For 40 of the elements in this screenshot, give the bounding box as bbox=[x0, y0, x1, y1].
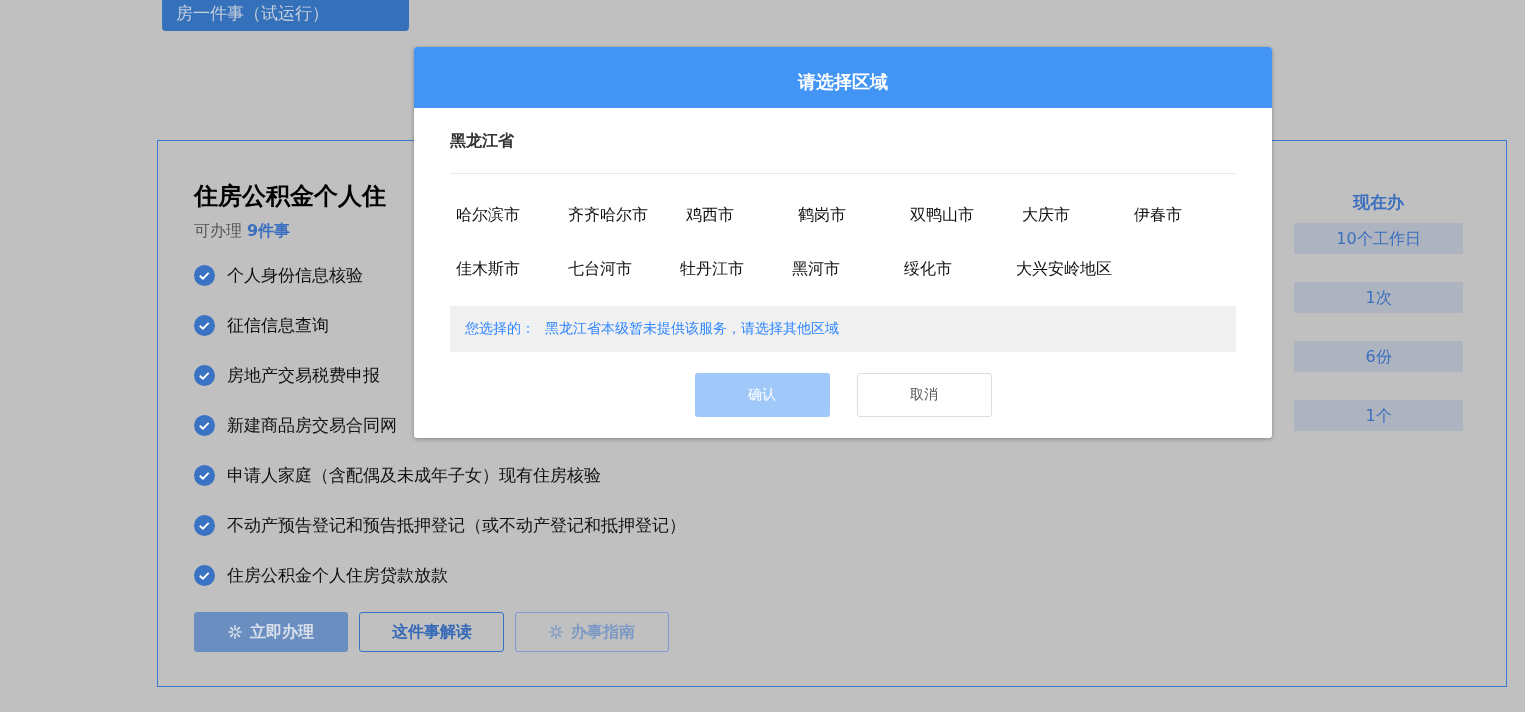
notice-label: 您选择的： bbox=[465, 320, 535, 338]
column-heading: 现在办 bbox=[1351, 191, 1405, 214]
city-option[interactable]: 双鸭山市 bbox=[910, 192, 984, 246]
check-icon bbox=[194, 264, 215, 286]
city-option[interactable]: 牡丹江市 bbox=[680, 246, 754, 300]
task-item: 新建商品房交易合同网 bbox=[227, 413, 397, 437]
city-option[interactable]: 鹤岗市 bbox=[798, 192, 872, 246]
subtitle-label: 可办理 bbox=[194, 221, 242, 240]
city-option[interactable]: 黑河市 bbox=[792, 246, 866, 300]
check-icon bbox=[194, 414, 215, 436]
task-item: 申请人家庭（含配偶及未成年子女）现有住房核验 bbox=[227, 463, 601, 487]
info-chip: 6份 bbox=[1294, 341, 1463, 372]
city-option[interactable]: 七台河市 bbox=[568, 246, 642, 300]
info-chip: 1次 bbox=[1294, 282, 1463, 313]
city-option[interactable]: 佳木斯市 bbox=[456, 246, 530, 300]
task-item: 住房公积金个人住房贷款放款 bbox=[227, 563, 448, 587]
task-item: 征信信息查询 bbox=[227, 313, 329, 337]
info-chip: 1个 bbox=[1294, 400, 1463, 431]
city-option[interactable]: 伊春市 bbox=[1134, 192, 1208, 246]
info-chip: 10个工作日 bbox=[1294, 223, 1463, 254]
dialog-title: 请选择区域 bbox=[414, 47, 1272, 108]
city-option[interactable]: 齐齐哈尔市 bbox=[568, 192, 648, 246]
city-option[interactable]: 大兴安岭地区 bbox=[1016, 246, 1112, 300]
city-option[interactable]: 绥化市 bbox=[904, 246, 978, 300]
cancel-button[interactable]: 取消 bbox=[856, 373, 992, 417]
task-item: 个人身份信息核验 bbox=[227, 263, 363, 287]
province-label: 黑龙江省 bbox=[450, 108, 1236, 174]
check-icon bbox=[194, 514, 215, 536]
task-item: 不动产预告登记和预告抵押登记（或不动产登记和抵押登记） bbox=[227, 513, 686, 537]
check-icon bbox=[194, 464, 215, 486]
card-title: 住房公积金个人住 bbox=[194, 181, 387, 212]
item-count: 9件事 bbox=[247, 221, 291, 240]
city-option[interactable]: 大庆市 bbox=[1022, 192, 1096, 246]
check-icon bbox=[194, 564, 215, 586]
check-icon bbox=[194, 364, 215, 386]
city-option[interactable]: 鸡西市 bbox=[686, 192, 760, 246]
notice-message: 黑龙江省本级暂未提供该服务，请选择其他区域 bbox=[545, 320, 839, 338]
check-icon bbox=[194, 314, 215, 336]
city-option[interactable]: 哈尔滨市 bbox=[456, 192, 530, 246]
task-item: 房地产交易税费申报 bbox=[227, 363, 380, 387]
